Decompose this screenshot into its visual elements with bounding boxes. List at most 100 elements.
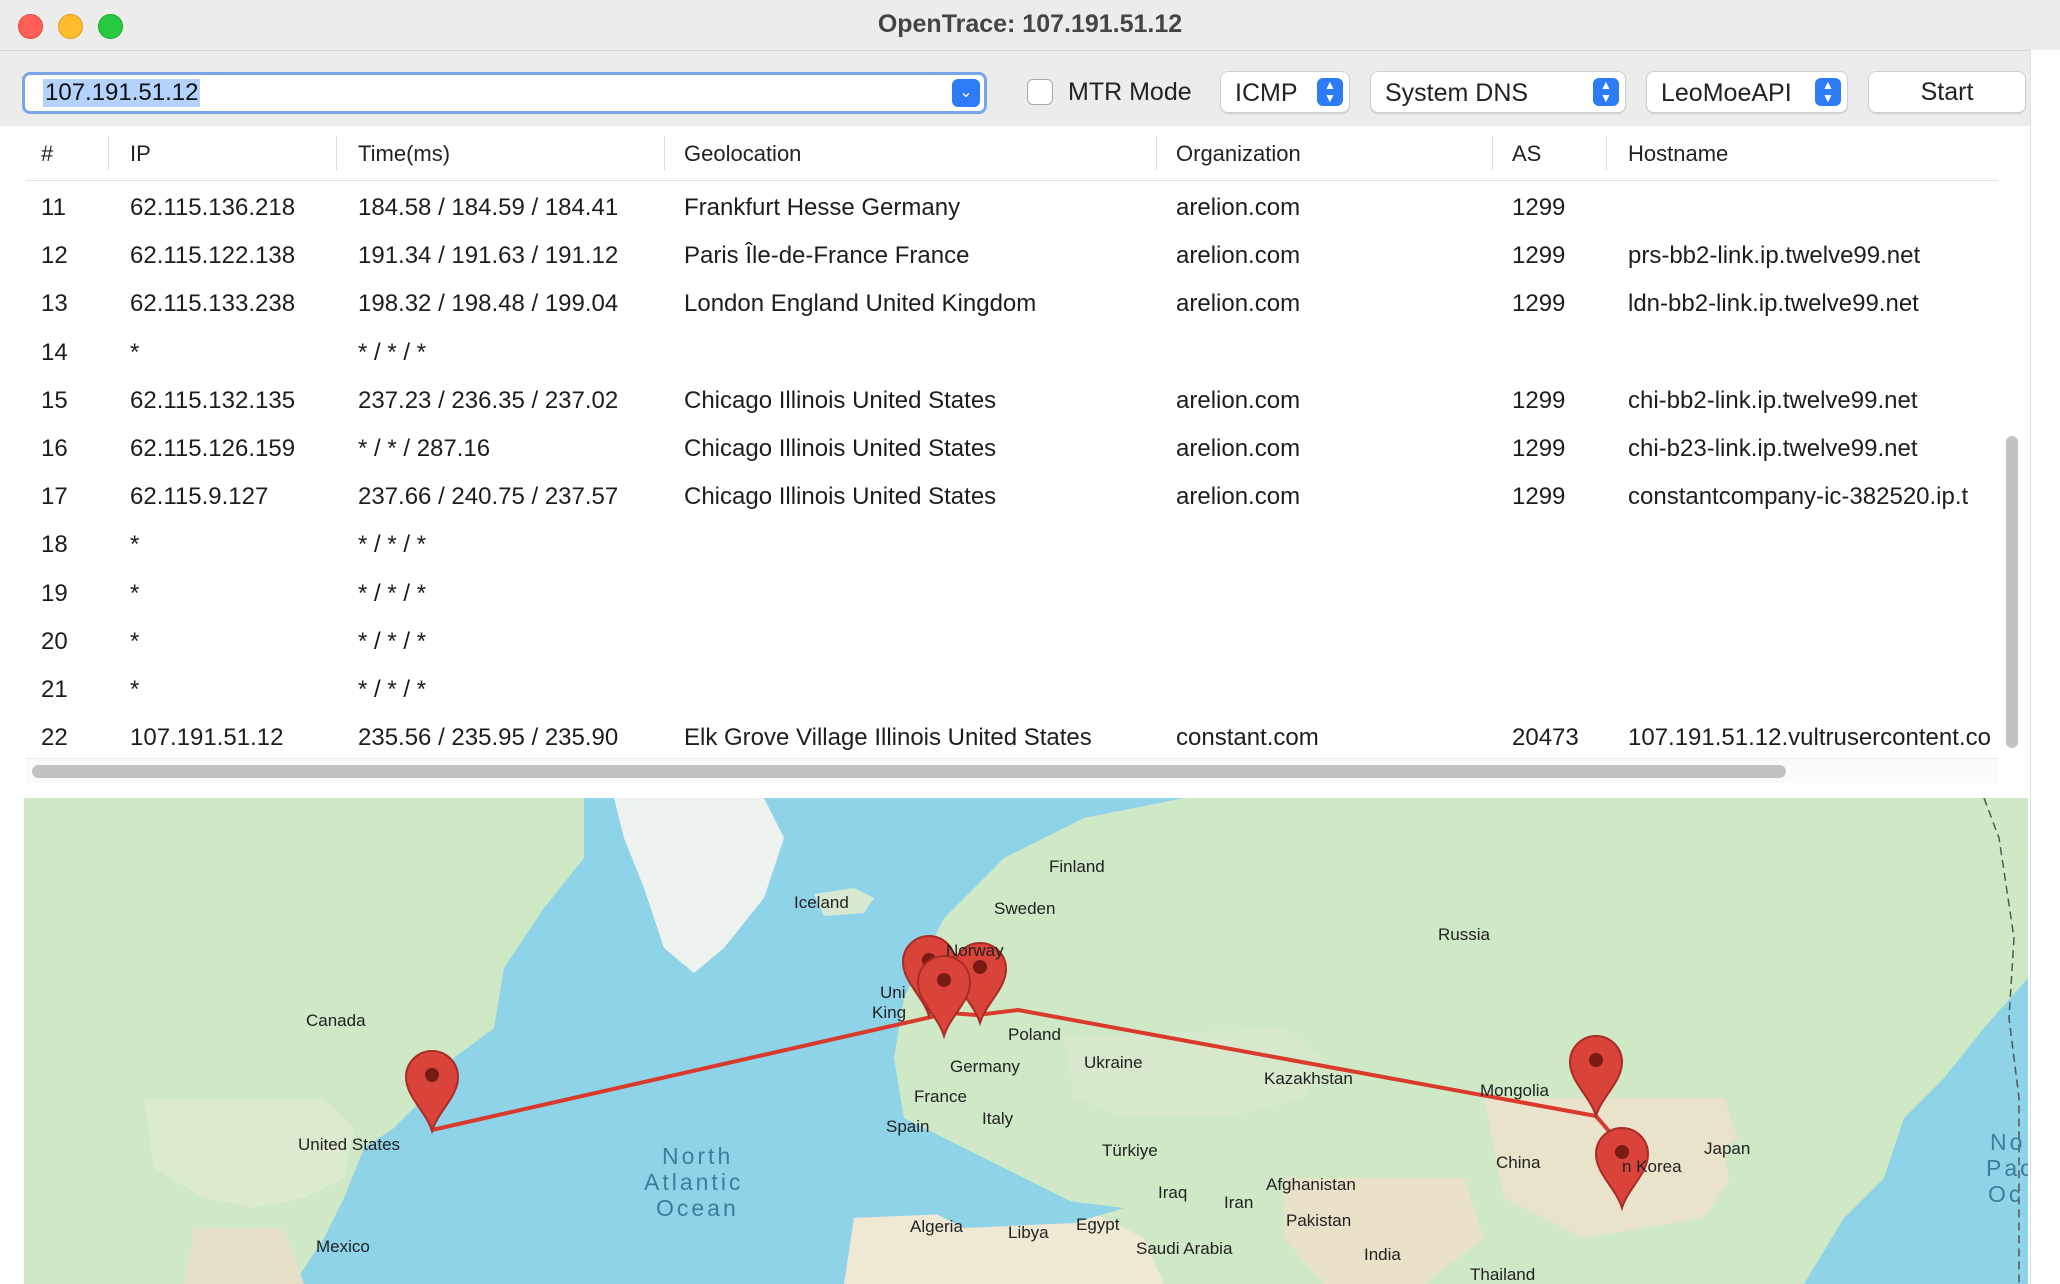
map-label-north-atlantic-1: North <box>662 1143 733 1169</box>
cell-time: 237.23 / 236.35 / 237.02 <box>358 386 619 414</box>
vertical-scrollbar-thumb[interactable] <box>2006 436 2018 748</box>
column-header-ip[interactable]: IP <box>130 141 151 167</box>
map-label-mongolia: Mongolia <box>1480 1081 1550 1100</box>
map-label-united-states: United States <box>298 1135 400 1154</box>
table-row[interactable]: 18 * * / * / * <box>26 521 1998 569</box>
cell-ip: 62.115.136.218 <box>130 194 296 221</box>
cell-time: * / * / * <box>358 531 427 559</box>
table-row[interactable]: 14 * * / * / * <box>26 329 1998 377</box>
map-label-algeria: Algeria <box>910 1217 963 1236</box>
cell-hostname: chi-bb2-link.ip.twelve99.net <box>1628 386 1918 414</box>
table-row[interactable]: 11 62.115.136.218 184.58 / 184.59 / 184.41… <box>26 184 1998 232</box>
column-header-organization[interactable]: Organization <box>1176 141 1301 167</box>
column-header-hop[interactable]: # <box>41 141 53 167</box>
cell-hop: 12 <box>41 242 68 270</box>
start-button[interactable]: Start <box>1868 71 2026 113</box>
cell-hop: 19 <box>41 579 68 607</box>
map-label-pakistan: Pakistan <box>1286 1211 1351 1230</box>
cell-time: * / * / * <box>358 579 427 607</box>
cell-organization: arelion.com <box>1176 290 1301 318</box>
cell-ip: 62.115.132.135 <box>130 386 296 414</box>
map-label-kazakhstan: Kazakhstan <box>1264 1069 1353 1088</box>
map-label-ukraine: Ukraine <box>1084 1053 1143 1072</box>
map-label-germany: Germany <box>950 1057 1020 1076</box>
column-divider[interactable] <box>1606 136 1607 170</box>
map-canvas[interactable]: Finland Iceland Sweden Norway Russia Uni… <box>24 798 2028 1284</box>
geo-api-select[interactable]: LeoMoeAPI ▲ ▼ <box>1646 71 1848 113</box>
cell-ip: * <box>130 627 140 655</box>
map-label-korea: n Korea <box>1622 1157 1682 1176</box>
column-divider[interactable] <box>1492 136 1493 170</box>
map-label-iraq: Iraq <box>1158 1183 1187 1202</box>
table-row[interactable]: 12 62.115.122.138 191.34 / 191.63 / 191.12… <box>26 232 1998 280</box>
mtr-mode-label[interactable]: MTR Mode <box>1068 78 1192 107</box>
map-label-north-pacific-3: Oc <box>1988 1181 2023 1207</box>
cell-organization: arelion.com <box>1176 194 1301 221</box>
cell-hop: 11 <box>41 194 66 221</box>
table-row[interactable]: 17 62.115.9.127 237.66 / 240.75 / 237.57 Ch… <box>26 473 1998 521</box>
chevron-down-icon[interactable]: ⌄ <box>952 79 980 107</box>
map-label-uk-2: King <box>872 1003 906 1022</box>
column-header-hostname[interactable]: Hostname <box>1628 141 1728 167</box>
map-label-china: China <box>1496 1153 1541 1172</box>
table-row[interactable]: 22 107.191.51.12 235.56 / 235.95 / 235.90 E… <box>26 714 1998 762</box>
cell-hop: 18 <box>41 531 68 559</box>
cell-time: * / * / 287.16 <box>358 435 491 462</box>
horizontal-scrollbar-thumb[interactable] <box>32 765 1786 778</box>
column-divider[interactable] <box>1156 136 1157 170</box>
cell-as: 1299 <box>1512 435 1566 462</box>
target-input[interactable]: 107.191.51.12 <box>43 79 201 107</box>
cell-ip: * <box>130 579 140 607</box>
column-divider[interactable] <box>336 136 337 170</box>
table-row[interactable]: 16 62.115.126.159 * / * / 287.16 Chicago Il… <box>26 425 1998 473</box>
cell-geolocation: Chicago Illinois United States <box>684 483 997 511</box>
column-header-time[interactable]: Time(ms) <box>358 141 450 167</box>
table-row[interactable]: 13 62.115.133.238 198.32 / 198.48 / 199.04… <box>26 280 1998 328</box>
horizontal-scrollbar[interactable] <box>26 758 1998 783</box>
table-row[interactable]: 19 * * / * / * <box>26 570 1998 618</box>
cell-hop: 17 <box>41 483 68 511</box>
column-header-as[interactable]: AS <box>1512 141 1541 167</box>
cell-time: * / * / * <box>358 627 427 655</box>
map-label-poland: Poland <box>1008 1025 1061 1044</box>
cell-geolocation: Elk Grove Village Illinois United States <box>684 724 1092 752</box>
cell-as: 1299 <box>1512 483 1566 511</box>
protocol-select[interactable]: ICMP ▲ ▼ <box>1220 71 1350 113</box>
mtr-mode-checkbox[interactable] <box>1027 79 1053 105</box>
table-header: # IP Time(ms) Geolocation Organization A… <box>26 126 1998 181</box>
table-row[interactable]: 15 62.115.132.135 237.23 / 236.35 / 237.02… <box>26 377 1998 425</box>
column-divider[interactable] <box>664 136 665 170</box>
cell-hostname: ldn-bb2-link.ip.twelve99.net <box>1628 290 1919 318</box>
map-label-uk-1: Uni <box>880 983 906 1002</box>
cell-geolocation: London England United Kingdom <box>684 290 1037 318</box>
cell-hop: 16 <box>41 435 68 462</box>
table-row[interactable]: 21 * * / * / * <box>26 666 1998 714</box>
window-title: OpenTrace: 107.191.51.12 <box>877 10 1183 38</box>
cell-time: * / * / * <box>358 338 427 366</box>
cell-hop: 13 <box>41 290 68 318</box>
cell-ip: 62.115.122.138 <box>130 242 296 270</box>
cell-as: 1299 <box>1512 290 1566 318</box>
cell-organization: arelion.com <box>1176 386 1301 414</box>
target-combobox[interactable]: 107.191.51.12 ⌄ <box>22 72 987 114</box>
table-row[interactable]: 20 * * / * / * <box>26 618 1998 666</box>
geo-api-select-value: LeoMoeAPI <box>1661 79 1792 107</box>
cell-time: 237.66 / 240.75 / 237.57 <box>358 483 619 511</box>
dns-select[interactable]: System DNS ▲ ▼ <box>1370 71 1626 113</box>
dns-select-value: System DNS <box>1385 79 1529 107</box>
protocol-select-value: ICMP <box>1235 79 1298 107</box>
route-map[interactable]: Finland Iceland Sweden Norway Russia Uni… <box>24 798 2028 1284</box>
cell-as: 1299 <box>1512 242 1566 270</box>
cell-ip: * <box>130 338 140 366</box>
column-header-geolocation[interactable]: Geolocation <box>684 141 801 167</box>
cell-hop: 20 <box>41 627 68 655</box>
column-divider[interactable] <box>108 136 109 170</box>
map-label-norway: Norway <box>946 941 1004 960</box>
cell-hostname: chi-b23-link.ip.twelve99.net <box>1628 435 1918 462</box>
map-label-russia: Russia <box>1438 925 1491 944</box>
cell-time: 235.56 / 235.95 / 235.90 <box>358 724 619 752</box>
map-label-italy: Italy <box>982 1109 1014 1128</box>
cell-organization: arelion.com <box>1176 483 1301 511</box>
cell-geolocation: Chicago Illinois United States <box>684 435 997 462</box>
cell-time: 184.58 / 184.59 / 184.41 <box>358 194 619 221</box>
